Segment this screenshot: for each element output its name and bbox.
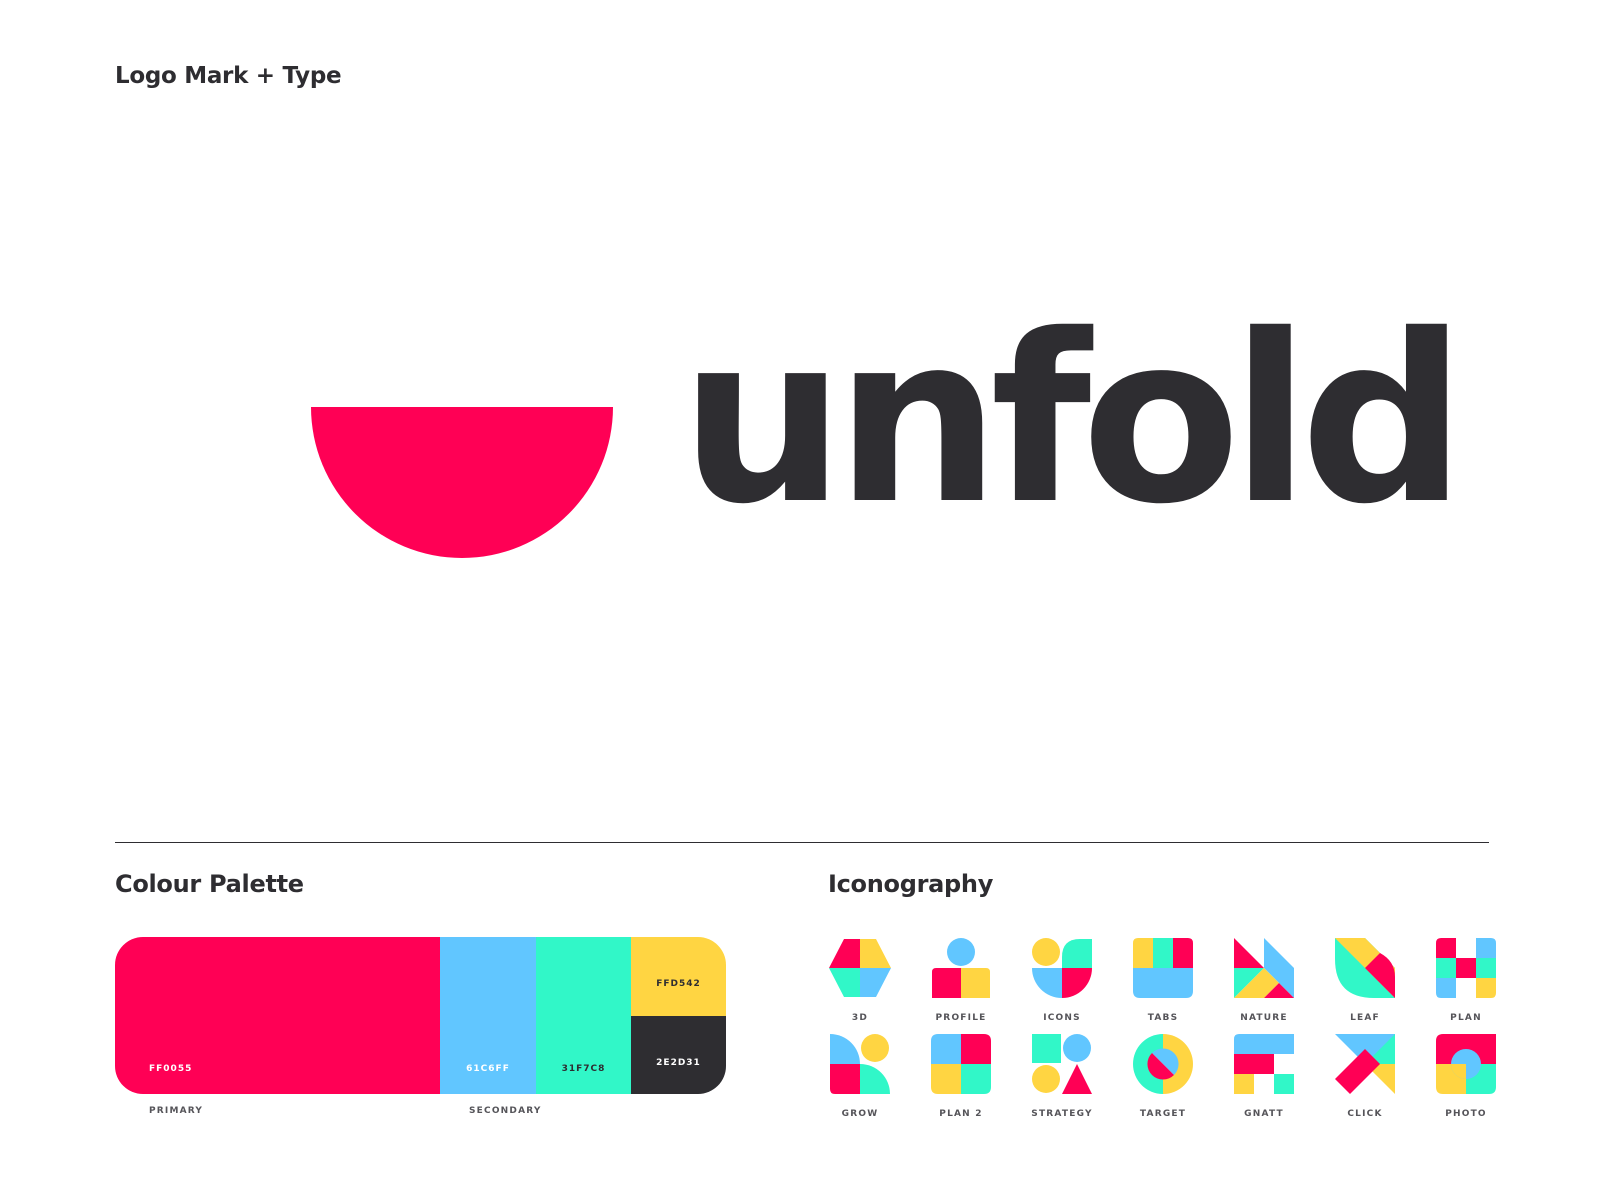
- icon-label: 3D: [851, 1013, 869, 1023]
- icon-tile-click: CLICK: [1320, 1033, 1410, 1119]
- tabs-icon: [1133, 938, 1193, 998]
- icon-label: NATURE: [1240, 1013, 1288, 1023]
- leaf-icon: [1335, 938, 1395, 998]
- icon-label: TABS: [1147, 1013, 1179, 1023]
- icon-tile-gnatt: GNATT: [1219, 1033, 1309, 1119]
- plan-icon: [1436, 938, 1496, 998]
- swatch-stack: FFD542 2E2D31: [631, 937, 726, 1094]
- icon-tile-strategy: STRATEGY: [1017, 1033, 1107, 1119]
- icon-tile-tabs: TABS: [1118, 937, 1208, 1023]
- logo-wordmark: unfold: [680, 285, 1466, 555]
- swatch-code: 2E2D31: [656, 1057, 701, 1068]
- 3d-icon: [829, 939, 891, 997]
- swatch-green: 31F7C8: [536, 937, 631, 1094]
- icon-label: TARGET: [1139, 1109, 1187, 1119]
- swatch-code: FF0055: [149, 1064, 193, 1074]
- swatch-yellow: FFD542: [631, 937, 726, 1016]
- photo-icon: [1436, 1034, 1496, 1094]
- icon-label: LEAF: [1350, 1013, 1380, 1023]
- icon-label: ICONS: [1043, 1013, 1081, 1023]
- icon-tile-leaf: LEAF: [1320, 937, 1410, 1023]
- icon-label: GROW: [841, 1109, 879, 1119]
- iconography-section-title: Iconography: [828, 870, 994, 898]
- secondary-label: SECONDARY: [469, 1106, 542, 1116]
- icon-label: PHOTO: [1445, 1109, 1487, 1119]
- icon-tile-photo: PHOTO: [1421, 1033, 1511, 1119]
- icon-tile-nature: NATURE: [1219, 937, 1309, 1023]
- swatch-dark: 2E2D31: [631, 1015, 726, 1094]
- swatch-primary: FF0055: [115, 937, 440, 1094]
- swatch-code: 61C6FF: [466, 1064, 510, 1074]
- colour-palette: FF0055 61C6FF 31F7C8 FFD542 2E2D31: [115, 937, 726, 1094]
- icon-label: PLAN: [1450, 1013, 1482, 1023]
- icon-label: PLAN 2: [939, 1109, 983, 1119]
- icon-tile-icons: ICONS: [1017, 937, 1107, 1023]
- nature-icon: [1234, 938, 1294, 998]
- icon-label: PROFILE: [935, 1013, 987, 1023]
- primary-label: PRIMARY: [149, 1106, 204, 1116]
- icon-tile-target: TARGET: [1118, 1033, 1208, 1119]
- target-icon: [1133, 1034, 1193, 1094]
- swatch-code: FFD542: [656, 979, 701, 989]
- icon-tile-profile: PROFILE: [916, 937, 1006, 1023]
- grow-icon: [830, 1034, 890, 1094]
- icon-tile-plan-2: PLAN 2: [916, 1033, 1006, 1119]
- icon-label: STRATEGY: [1031, 1109, 1093, 1119]
- swatch-blue: 61C6FF: [440, 937, 536, 1094]
- palette-section-title: Colour Palette: [115, 870, 304, 898]
- section-divider: [115, 842, 1489, 843]
- icon-tile-plan: PLAN: [1421, 937, 1511, 1023]
- icon-tile-3d: 3D: [815, 937, 905, 1023]
- strategy-icon: [1032, 1034, 1092, 1094]
- gnatt-icon: [1234, 1034, 1294, 1094]
- plan-2-icon: [931, 1034, 991, 1094]
- icon-tile-grow: GROW: [815, 1033, 905, 1119]
- click-icon: [1335, 1034, 1395, 1094]
- logo-section-title: Logo Mark + Type: [115, 63, 342, 89]
- icon-label: CLICK: [1347, 1109, 1383, 1119]
- icons-icon: [1032, 938, 1092, 998]
- logo-mark-icon: [311, 407, 613, 558]
- profile-icon: [932, 938, 990, 998]
- icon-label: GNATT: [1244, 1109, 1284, 1119]
- swatch-code: 31F7C8: [561, 1064, 606, 1074]
